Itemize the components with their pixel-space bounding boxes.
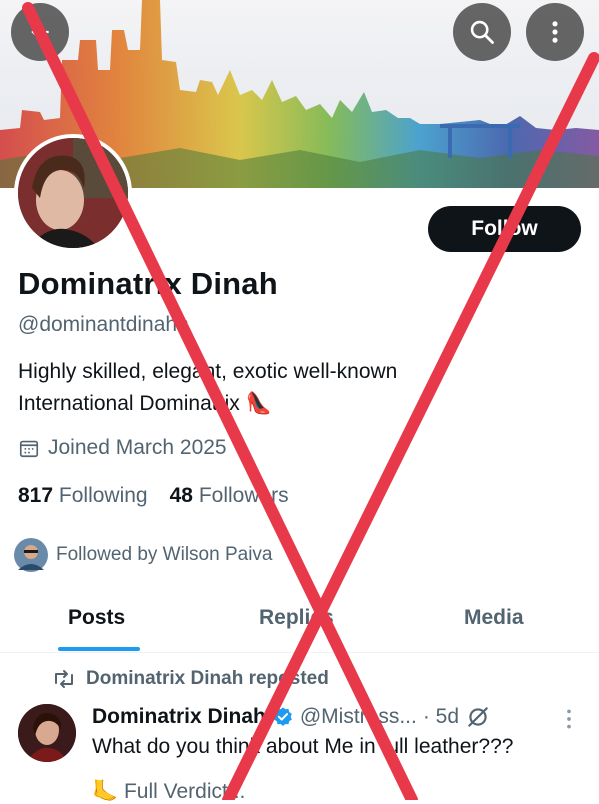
followers-link[interactable]: 48 Followers [170, 484, 289, 508]
avatar-photo [18, 138, 128, 248]
post-more-button[interactable] [560, 706, 578, 737]
follower-avatar [14, 538, 48, 572]
post-text-continued: 🦶 Full Verdict... [92, 780, 246, 803]
post-text: What do you think about Me in full leath… [92, 735, 514, 758]
profile-display-name: Dominatrix Dinah [18, 266, 278, 301]
post-timestamp: · 5d [422, 705, 460, 728]
profile-handle: @dominantdinahh [18, 313, 189, 336]
repost-indicator: Dominatrix Dinah reposted [52, 668, 329, 690]
more-options-button[interactable] [526, 3, 584, 61]
verified-badge-icon [274, 707, 292, 726]
active-tab-indicator [58, 647, 140, 651]
post-author-handle[interactable]: @Mistress... [300, 705, 417, 729]
post-author-avatar[interactable] [18, 704, 76, 762]
followers-count: 48 [169, 484, 193, 507]
post-avatar-photo [18, 704, 76, 762]
profile-stats: 817 Following 48 Followers [18, 484, 289, 508]
search-icon [470, 20, 494, 44]
joined-text: Joined March 2025 [48, 436, 227, 459]
bio-line-2-row: International Dominatrix 👠 [18, 388, 538, 420]
profile-bio: Highly skilled, elegant, exotic well-kno… [18, 356, 538, 420]
back-arrow-icon [31, 23, 49, 41]
post-header: Dominatrix Dinah @Mistress... · 5d [92, 704, 491, 730]
calendar-icon [19, 440, 39, 458]
following-label: Following [58, 484, 148, 507]
back-button[interactable] [11, 3, 69, 61]
more-vertical-small-icon [567, 709, 571, 729]
high-heel-emoji: 👠 [245, 392, 272, 415]
repost-icon [55, 670, 73, 688]
grok-icon[interactable] [465, 704, 491, 730]
profile-tabs: Posts Replies Media [0, 600, 599, 653]
tab-posts[interactable]: Posts [68, 606, 125, 630]
following-count: 817 [18, 484, 54, 507]
profile-avatar[interactable] [14, 134, 132, 252]
tab-media[interactable]: Media [464, 606, 524, 630]
follow-button[interactable]: Follow [428, 206, 581, 252]
following-link[interactable]: 817 Following [18, 484, 148, 508]
more-vertical-icon [552, 21, 558, 43]
joined-date: Joined March 2025 [18, 436, 227, 460]
search-button[interactable] [453, 3, 511, 61]
tab-replies[interactable]: Replies [259, 606, 334, 630]
followed-by[interactable]: Followed by Wilson Paiva [14, 538, 272, 572]
followed-by-text: Followed by Wilson Paiva [56, 544, 273, 565]
post-author-name[interactable]: Dominatrix Dinah [92, 705, 266, 729]
followers-label: Followers [198, 484, 289, 507]
repost-text: Dominatrix Dinah reposted [86, 668, 329, 689]
bio-line-2: International Dominatrix [18, 392, 240, 415]
bio-line-1: Highly skilled, elegant, exotic well-kno… [18, 360, 398, 383]
